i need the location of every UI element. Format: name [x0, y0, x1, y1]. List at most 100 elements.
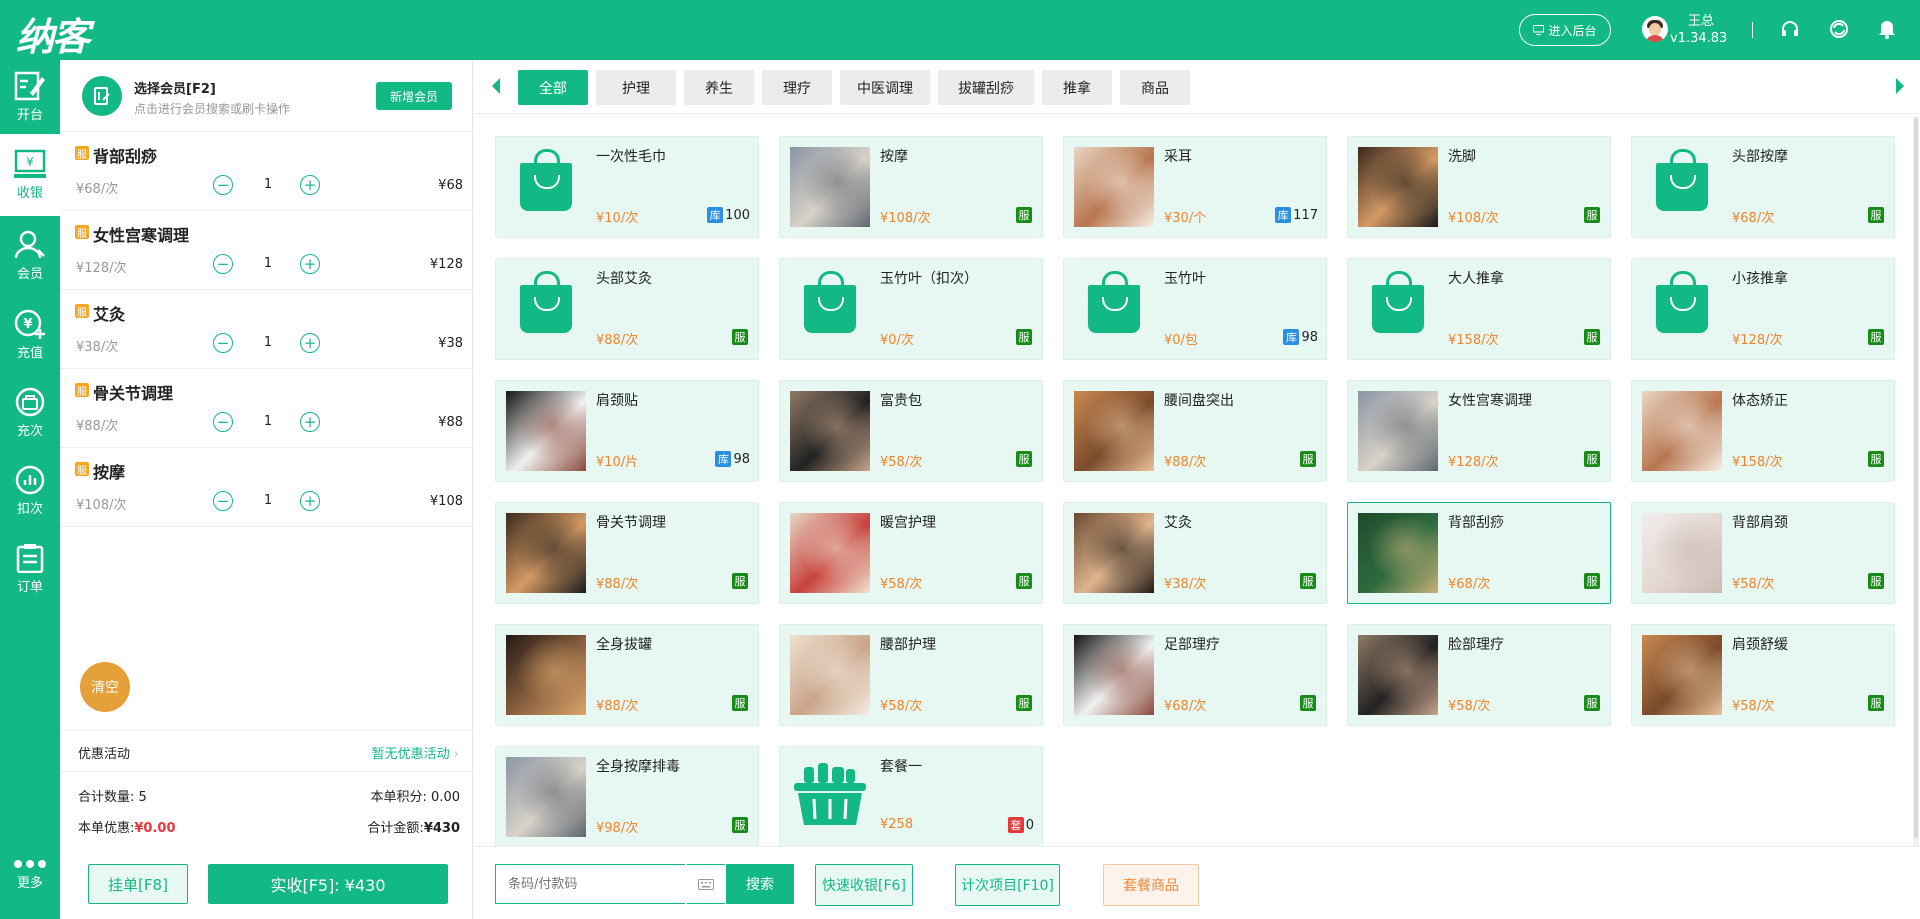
increase-qty-button[interactable]: +: [300, 254, 320, 274]
add-member-button[interactable]: 新增会员: [376, 82, 452, 110]
nav-item-cashier[interactable]: ¥ 收银: [0, 134, 60, 216]
product-card[interactable]: 玉竹叶 ¥0/包 库 98: [1063, 258, 1327, 360]
increase-qty-button[interactable]: +: [300, 175, 320, 195]
barcode-input[interactable]: [495, 864, 685, 904]
nav-item-recharge[interactable]: ¥ 充值: [0, 296, 60, 374]
product-name: 全身按摩排毒: [596, 759, 680, 775]
product-card[interactable]: 头部艾灸 ¥88/次 服: [495, 258, 759, 360]
product-card[interactable]: 腰间盘突出 ¥88/次 服: [1063, 380, 1327, 482]
nav-item-more[interactable]: 更多: [0, 840, 60, 910]
product-name: 头部艾灸: [596, 271, 652, 287]
headset-icon[interactable]: [1779, 18, 1801, 40]
product-card[interactable]: 肩颈贴 ¥10/片 库 98: [495, 380, 759, 482]
cart-item[interactable]: 服背部刮痧 ¥68/次 − 1 + ¥68: [60, 132, 473, 211]
product-name: 小孩推拿: [1732, 271, 1788, 287]
nav-label: 会员: [16, 267, 43, 282]
clear-cart-button[interactable]: 清空: [80, 662, 130, 712]
product-card[interactable]: 洗脚 ¥108/次 服: [1347, 136, 1611, 238]
product-type-badge: 库: [1275, 207, 1292, 223]
product-name: 足部理疗: [1164, 637, 1220, 653]
cart-item[interactable]: 服按摩 ¥108/次 − 1 + ¥108: [60, 448, 473, 527]
product-card[interactable]: 小孩推拿 ¥128/次 服: [1631, 258, 1895, 360]
product-card[interactable]: 套餐一 ¥258 套 0: [779, 746, 1043, 848]
product-image: [790, 147, 870, 227]
tab-category[interactable]: 理疗: [762, 70, 832, 105]
promo-value[interactable]: 暂无优惠活动 ›: [372, 743, 459, 762]
product-card[interactable]: 全身按摩排毒 ¥98/次 服: [495, 746, 759, 848]
quick-pay-button[interactable]: 快速收银[F6]: [815, 864, 913, 906]
cart-item-name: 背部刮痧: [93, 147, 158, 166]
nav-item-orders[interactable]: 订单: [0, 530, 60, 608]
product-card[interactable]: 脸部理疗 ¥58/次 服: [1347, 624, 1611, 726]
scrollbar-thumb[interactable]: [1914, 118, 1918, 838]
cart-item[interactable]: 服艾灸 ¥38/次 − 1 + ¥38: [60, 290, 473, 369]
decrease-qty-button[interactable]: −: [213, 491, 233, 511]
decrease-qty-button[interactable]: −: [213, 333, 233, 353]
decrease-qty-button[interactable]: −: [213, 175, 233, 195]
tab-category[interactable]: 中医调理: [840, 70, 930, 105]
hold-order-button[interactable]: 挂单[F8]: [88, 864, 188, 904]
bell-icon[interactable]: [1876, 18, 1898, 40]
promo-label: 优惠活动: [78, 747, 131, 762]
nav-item-member[interactable]: 会员: [0, 216, 60, 296]
cart-item[interactable]: 服女性宫寒调理 ¥128/次 − 1 + ¥128: [60, 211, 473, 290]
tab-scroll-right-icon[interactable]: [1896, 78, 1904, 94]
cart-item[interactable]: 服骨关节调理 ¥88/次 − 1 + ¥88: [60, 369, 473, 448]
product-name: 骨关节调理: [596, 515, 666, 531]
product-type-badge: 服: [1584, 207, 1600, 223]
tab-category[interactable]: 护理: [596, 70, 676, 105]
product-card[interactable]: 采耳 ¥30/个 库 117: [1063, 136, 1327, 238]
product-card[interactable]: 腰部护理 ¥58/次 服: [779, 624, 1043, 726]
product-card[interactable]: 女性宫寒调理 ¥128/次 服: [1347, 380, 1611, 482]
product-card[interactable]: 全身拔罐 ¥88/次 服: [495, 624, 759, 726]
service-badge: 服: [75, 304, 89, 319]
product-name: 女性宫寒调理: [1448, 393, 1532, 409]
decrease-qty-button[interactable]: −: [213, 412, 233, 432]
tab-category[interactable]: 养生: [684, 70, 754, 105]
package-products-button[interactable]: 套餐商品: [1103, 864, 1199, 906]
enter-admin-label: 进入后台: [1548, 23, 1597, 38]
avatar[interactable]: [1642, 16, 1668, 42]
product-card[interactable]: 骨关节调理 ¥88/次 服: [495, 502, 759, 604]
product-name: 洗脚: [1448, 149, 1476, 165]
order-amount: 合计金额:¥430: [367, 821, 460, 836]
product-card[interactable]: 体态矫正 ¥158/次 服: [1631, 380, 1895, 482]
decrease-qty-button[interactable]: −: [213, 254, 233, 274]
product-card[interactable]: 一次性毛巾 ¥10/次 库 100: [495, 136, 759, 238]
nav-item-deduct-count[interactable]: 扣次: [0, 452, 60, 530]
pay-button[interactable]: 实收[F5]: ¥430: [208, 864, 448, 904]
increase-qty-button[interactable]: +: [300, 412, 320, 432]
search-button[interactable]: 搜索: [726, 864, 794, 904]
refresh-icon[interactable]: [1828, 18, 1850, 40]
product-card[interactable]: 足部理疗 ¥68/次 服: [1063, 624, 1327, 726]
tab-category[interactable]: 拔罐刮痧: [938, 70, 1034, 105]
product-price: ¥58/次: [880, 455, 923, 470]
tab-category[interactable]: 全部: [518, 70, 588, 105]
product-tag: 服: [732, 817, 750, 833]
promo-row[interactable]: 优惠活动 暂无优惠活动 ›: [60, 730, 473, 772]
product-card[interactable]: 头部按摩 ¥68/次 服: [1631, 136, 1895, 238]
product-card[interactable]: 背部肩颈 ¥58/次 服: [1631, 502, 1895, 604]
increase-qty-button[interactable]: +: [300, 491, 320, 511]
product-card[interactable]: 大人推拿 ¥158/次 服: [1347, 258, 1611, 360]
tab-scroll-left-icon[interactable]: [492, 78, 500, 94]
product-card[interactable]: 艾灸 ¥38/次 服: [1063, 502, 1327, 604]
product-card[interactable]: 肩颈舒缓 ¥58/次 服: [1631, 624, 1895, 726]
product-card[interactable]: 按摩 ¥108/次 服: [779, 136, 1043, 238]
count-items-button[interactable]: 计次项目[F10]: [955, 864, 1060, 906]
product-image: [1074, 513, 1154, 593]
tab-category[interactable]: 商品: [1120, 70, 1190, 105]
increase-qty-button[interactable]: +: [300, 333, 320, 353]
product-card[interactable]: 富贵包 ¥58/次 服: [779, 380, 1043, 482]
product-card[interactable]: 背部刮痧 ¥68/次 服: [1347, 502, 1611, 604]
enter-admin-button[interactable]: 进入后台: [1519, 14, 1611, 46]
product-card[interactable]: 暖宫护理 ¥58/次 服: [779, 502, 1043, 604]
cart-item-unit-price: ¥108/次: [76, 498, 127, 513]
nav-item-open-table[interactable]: 开台: [0, 60, 60, 134]
product-image: [506, 147, 586, 227]
product-card[interactable]: 玉竹叶（扣次） ¥0/次 服: [779, 258, 1043, 360]
nav-item-topup-count[interactable]: 充次: [0, 374, 60, 452]
keyboard-icon[interactable]: [687, 864, 725, 904]
member-selector[interactable]: 选择会员[F2] 点击进行会员搜索或刷卡操作 新增会员: [60, 60, 473, 132]
tab-category[interactable]: 推拿: [1042, 70, 1112, 105]
